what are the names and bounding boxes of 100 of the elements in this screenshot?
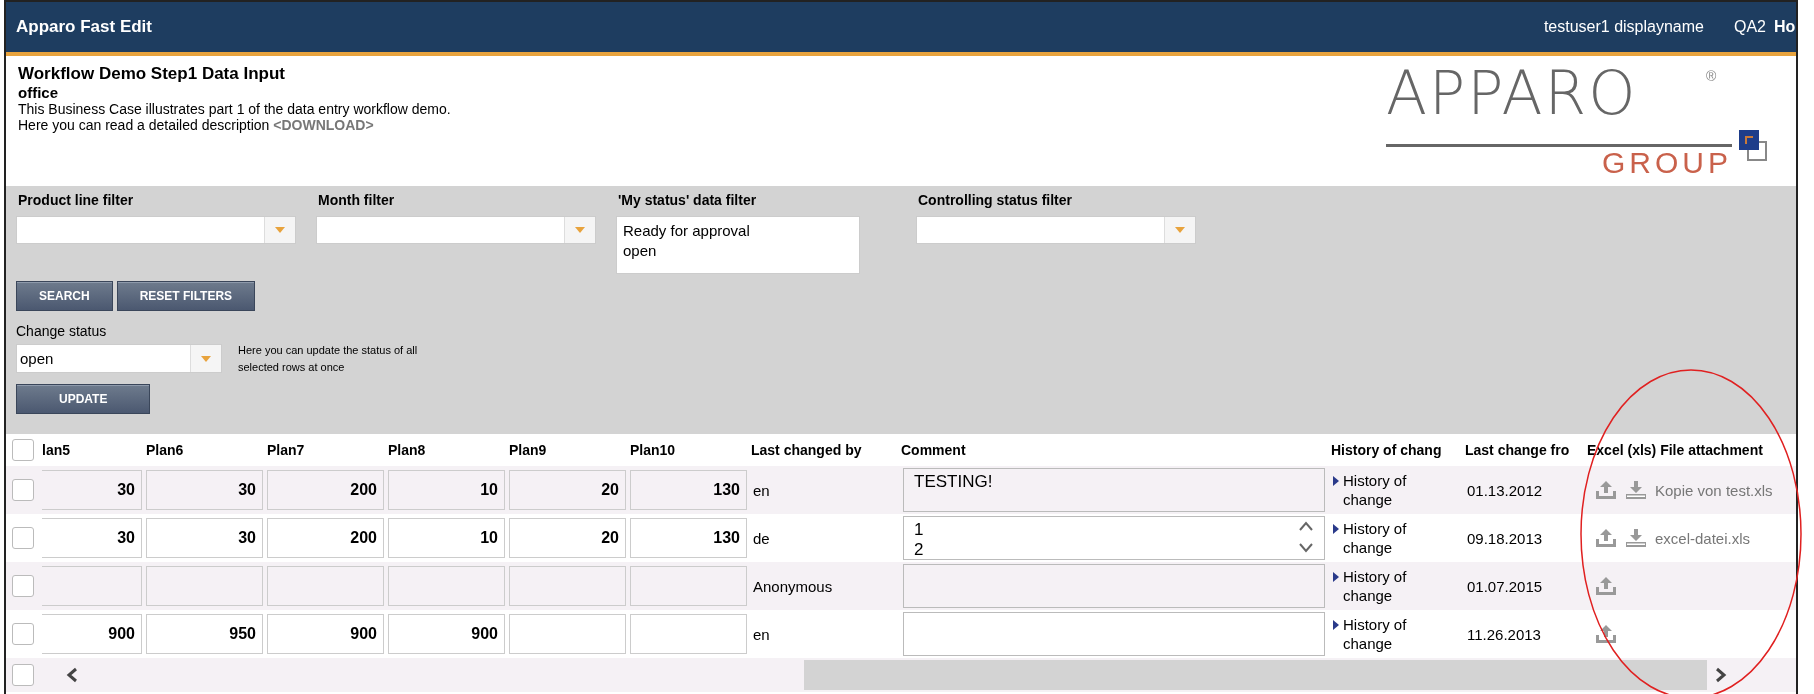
last-change-date: 01.13.2012 [1467, 481, 1544, 499]
environment-label: QA2 [1734, 18, 1766, 36]
plan-input[interactable]: 30 [42, 470, 142, 510]
last-changed-by-cell-text: en [752, 625, 771, 643]
comment-field[interactable]: TESTING! [903, 468, 1325, 512]
download-icon[interactable] [1625, 528, 1647, 548]
filter-dropdown[interactable] [316, 216, 596, 244]
download-link[interactable]: <DOWNLOAD> [273, 117, 374, 133]
last-change-date: 01.07.2015 [1467, 577, 1544, 595]
status-option[interactable]: Ready for approval [623, 221, 853, 241]
column-header: Plan8 [388, 442, 427, 458]
filter-label: Controlling status filter [918, 192, 1073, 208]
filter-button[interactable]: RESET FILTERS [116, 281, 256, 311]
page-title: Workflow Demo Step1 Data Input [18, 64, 286, 84]
plan-input[interactable] [630, 614, 747, 654]
download-icon[interactable] [1625, 480, 1647, 500]
scroll-right-icon[interactable] [1715, 667, 1727, 683]
filter-label: Product line filter [18, 192, 135, 208]
scroll-left-icon[interactable] [66, 667, 78, 683]
column-header: Plan10 [630, 442, 677, 458]
logo-squares-icon [1738, 128, 1768, 162]
status-option[interactable]: open [623, 241, 853, 261]
plan-input[interactable]: 10 [388, 470, 505, 510]
history-link[interactable]: History of change [1343, 519, 1443, 557]
row-checkbox[interactable] [12, 439, 34, 461]
row-checkbox[interactable] [12, 664, 34, 686]
plan-input[interactable] [42, 566, 142, 606]
column-header: Plan6 [146, 442, 185, 458]
expand-triangle-icon[interactable] [1333, 572, 1339, 582]
plan-input[interactable] [267, 566, 384, 606]
plan-input[interactable]: 10 [388, 518, 505, 558]
expand-triangle-icon[interactable] [1333, 620, 1339, 630]
comment-field[interactable] [903, 612, 1325, 656]
row-checkbox[interactable] [12, 527, 34, 549]
scroll-arrows-icon[interactable] [1298, 520, 1314, 554]
plan-input[interactable]: 950 [146, 614, 263, 654]
update-button[interactable]: UPDATE [16, 384, 151, 414]
plan-input[interactable]: 20 [509, 470, 626, 510]
attachment-link[interactable]: Kopie von test.xls [1655, 481, 1773, 499]
plan-input[interactable] [388, 566, 505, 606]
plan-input[interactable]: 900 [388, 614, 505, 654]
plan-input[interactable]: 30 [42, 518, 142, 558]
plan-input[interactable]: 900 [42, 614, 142, 654]
upload-icon[interactable] [1595, 528, 1617, 548]
plan-input[interactable] [630, 566, 747, 606]
plan-input[interactable]: 20 [509, 518, 626, 558]
expand-triangle-icon[interactable] [1333, 524, 1339, 534]
filter-dropdown[interactable] [16, 216, 296, 244]
nav-link[interactable]: Ho [1774, 18, 1796, 36]
user-name[interactable]: testuser1 displayname [1543, 18, 1704, 36]
upload-icon[interactable] [1595, 624, 1617, 644]
comment-field[interactable]: 1 2 [903, 516, 1325, 560]
filter-label: 'My status' data filter [618, 192, 758, 208]
upload-icon[interactable] [1595, 576, 1617, 596]
upload-icon[interactable] [1595, 480, 1617, 500]
plan-input[interactable]: 30 [146, 470, 263, 510]
column-header: Plan7 [267, 442, 306, 458]
filter-dropdown[interactable] [916, 216, 1196, 244]
expand-triangle-icon[interactable] [1333, 476, 1339, 486]
filter-label: Month filter [318, 192, 396, 208]
filter-button[interactable]: SEARCH [16, 281, 113, 311]
caret-icon [201, 355, 211, 362]
plan-input[interactable]: 900 [267, 614, 384, 654]
comment-field[interactable] [903, 564, 1325, 608]
status-filter-list[interactable]: Ready for approval open [616, 216, 860, 274]
logo-group-text: GROUP [1602, 146, 1732, 180]
plan-input[interactable]: 200 [267, 470, 384, 510]
history-link[interactable]: History of change [1343, 615, 1443, 653]
column-header: Last changed by [751, 442, 863, 458]
download-prompt: Here you can read a detailed description [18, 117, 270, 133]
plan-input[interactable] [509, 566, 626, 606]
history-link[interactable]: History of change [1343, 471, 1443, 509]
plan-input[interactable]: 30 [146, 518, 263, 558]
page-subtitle: office [18, 84, 59, 101]
row-checkbox[interactable] [12, 479, 34, 501]
last-change-date: 11.26.2013 [1467, 625, 1542, 643]
column-header: Comment [901, 442, 967, 458]
status-hint: Here you can update the status of all selected rows at once [238, 343, 419, 375]
registered-mark: ® [1706, 68, 1717, 84]
plan-input[interactable] [509, 614, 626, 654]
row-checkbox[interactable] [12, 623, 34, 645]
plan-input[interactable]: 130 [630, 470, 747, 510]
column-header: lan5 [42, 442, 71, 458]
caret-icon [575, 227, 585, 233]
history-link[interactable]: History of change [1343, 567, 1443, 605]
column-header: History of chang [1331, 442, 1443, 458]
row-checkbox[interactable] [12, 575, 34, 597]
scrollbar-thumb[interactable] [804, 660, 1707, 690]
plan-input[interactable] [146, 566, 263, 606]
last-change-date: 09.18.2013 [1467, 529, 1544, 547]
logo-wordmark: APPARO [1386, 58, 1638, 128]
plan-input[interactable]: 130 [630, 518, 747, 558]
caret-icon [1175, 227, 1185, 233]
caret-icon [275, 227, 285, 233]
plan-input[interactable]: 200 [267, 518, 384, 558]
status-dropdown[interactable]: open [16, 344, 222, 373]
attachment-link[interactable]: excel-datei.xls [1655, 529, 1751, 547]
last-changed-by-cell-text: en [752, 481, 771, 499]
last-changed-by-cell-text: de [752, 529, 771, 547]
app-title: Apparo Fast Edit [16, 17, 153, 37]
